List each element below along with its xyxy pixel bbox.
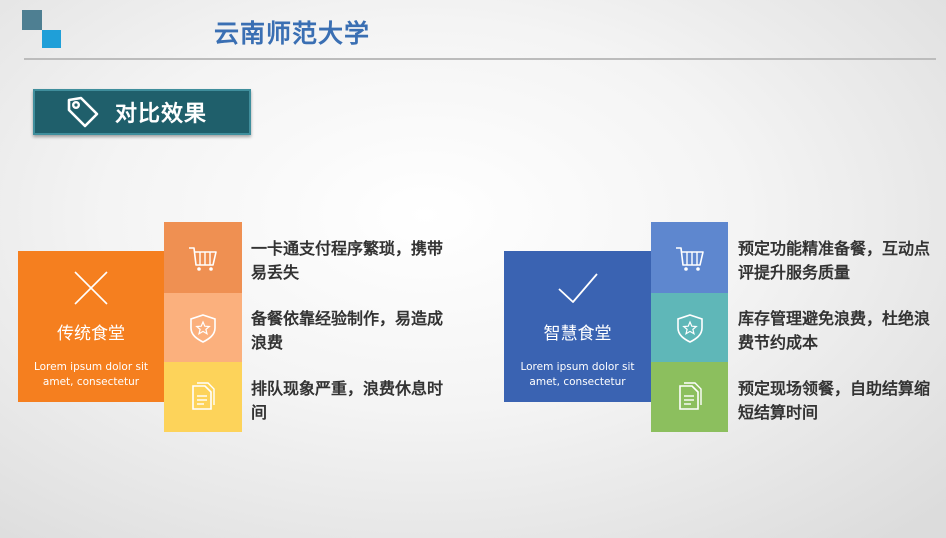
traditional-item-1-text: 一卡通支付程序繁琐，携带易丢失 (251, 239, 444, 282)
smart-item-3-text: 预定现场领餐，自助结算缩短结算时间 (738, 379, 931, 422)
checkmark-icon (557, 273, 598, 303)
smart-lorem: Lorem ipsum dolor sit amet, consectetur (520, 361, 635, 388)
traditional-item-3-text: 排队现象严重，浪费休息时间 (251, 379, 444, 422)
smart-title: 智慧食堂 (543, 324, 612, 344)
smart-item-1-icon-box (651, 222, 728, 293)
cart-icon (189, 246, 217, 271)
traditional-item-1-icon-box (164, 222, 242, 293)
traditional-title: 传统食堂 (57, 324, 125, 344)
traditional-lorem: Lorem ipsum dolor sit amet, consectetur (33, 361, 149, 388)
smart-item-2-text: 库存管理避免浪费，杜绝浪费节约成本 (738, 309, 931, 352)
header-divider (24, 58, 936, 60)
smart-item-1-text: 预定功能精准备餐，互动点评提升服务质量 (738, 239, 931, 282)
tag-icon (67, 96, 99, 128)
badge-star-icon (190, 313, 216, 343)
university-name: 云南师范大学 (214, 19, 371, 48)
traditional-item-2-text: 备餐依靠经验制作，易造成浪费 (251, 309, 444, 352)
smart-canteen-card: 智慧食堂 Lorem ipsum dolor sit amet, consect… (504, 251, 651, 402)
document-icon (678, 382, 702, 410)
traditional-item-3-icon-box (164, 362, 242, 432)
smart-item-3-icon-box (651, 362, 728, 432)
cross-icon (74, 271, 108, 305)
traditional-canteen-card: 传统食堂 Lorem ipsum dolor sit amet, consect… (18, 251, 164, 402)
logo-square-blue (42, 30, 61, 48)
logo-square-dark (22, 10, 42, 30)
section-title: 对比效果 (115, 102, 208, 127)
document-icon (192, 382, 215, 410)
section-title-banner: 对比效果 (33, 89, 251, 135)
cart-icon (675, 246, 704, 271)
badge-star-icon (676, 313, 703, 343)
traditional-item-2-icon-box (164, 293, 242, 362)
smart-item-2-icon-box (651, 293, 728, 362)
